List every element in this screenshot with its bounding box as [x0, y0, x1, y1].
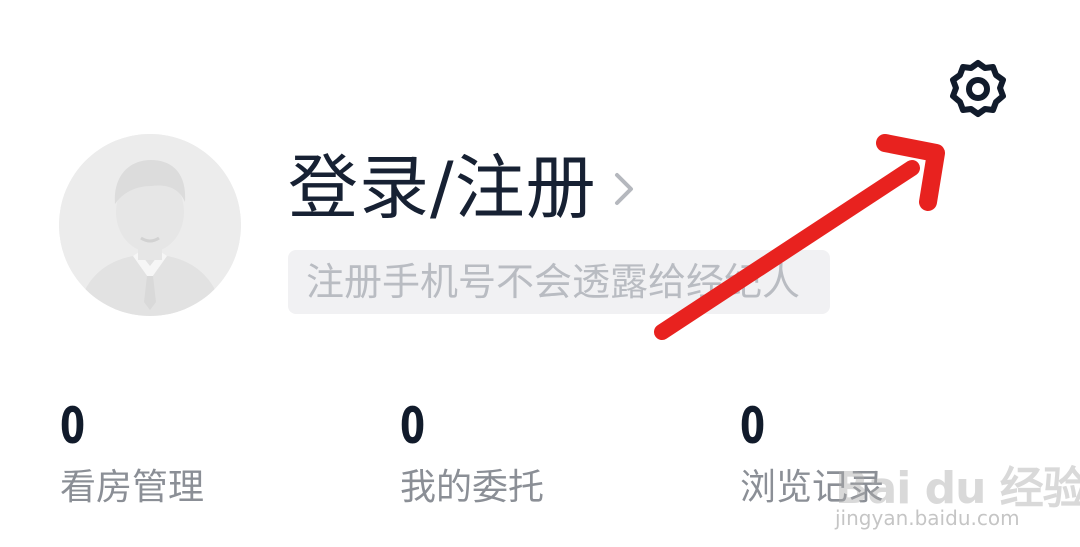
- stat-count: 0: [60, 397, 86, 455]
- login-register-link[interactable]: 登录/注册: [288, 146, 639, 230]
- privacy-hint: 注册手机号不会透露给经纪人: [288, 250, 830, 314]
- login-register-label: 登录/注册: [288, 147, 597, 229]
- stat-my-entrustments[interactable]: 0 我的委托: [400, 396, 630, 510]
- stat-viewing-management[interactable]: 0 看房管理: [60, 396, 290, 510]
- stat-count: 0: [740, 397, 766, 455]
- default-avatar-icon: [59, 134, 241, 316]
- settings-button[interactable]: [942, 56, 1014, 128]
- stat-label: 看房管理: [60, 467, 205, 508]
- stat-count: 0: [400, 397, 426, 455]
- gear-icon: [950, 60, 1006, 117]
- stat-label: 我的委托: [400, 467, 545, 508]
- chevron-right-icon: [614, 173, 633, 205]
- avatar[interactable]: [59, 134, 241, 316]
- watermark: Bai du 经验 jingyan.baidu.com: [835, 452, 1080, 542]
- watermark-url: jingyan.baidu.com: [835, 506, 1020, 530]
